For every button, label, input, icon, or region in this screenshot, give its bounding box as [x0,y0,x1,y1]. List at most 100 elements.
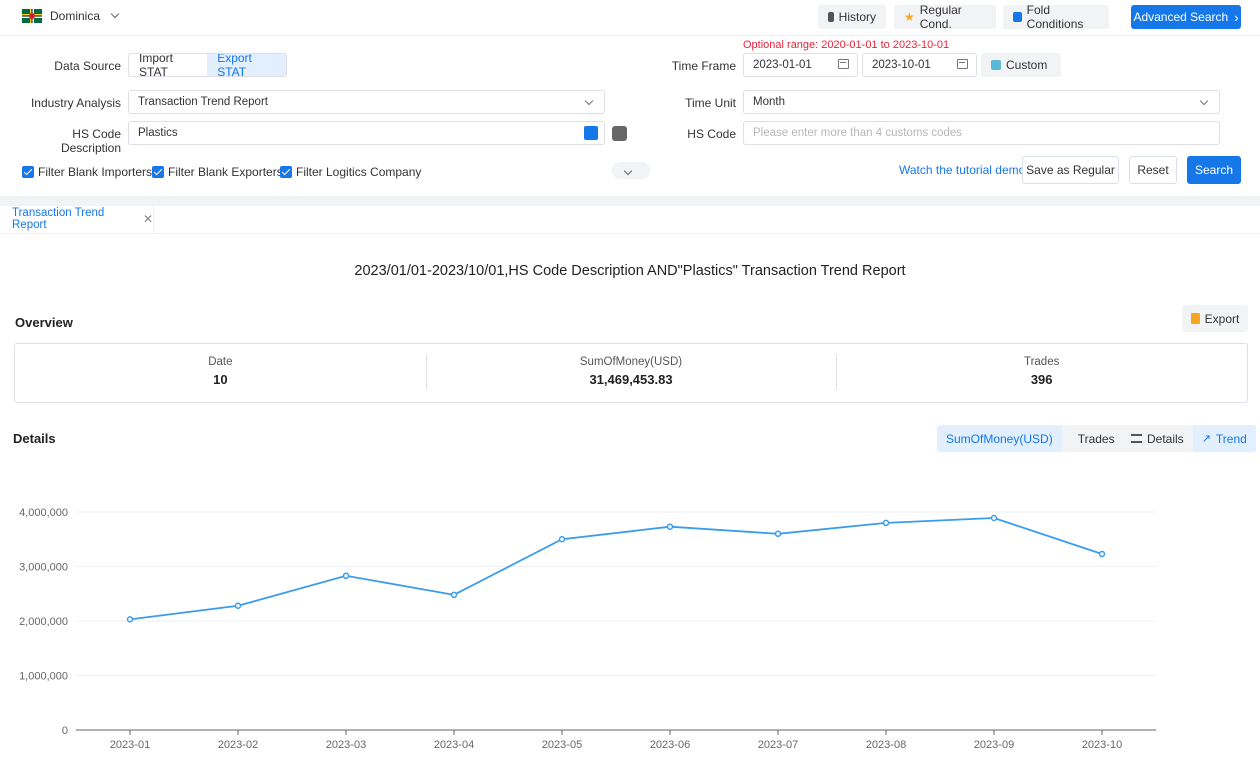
custom-label: Custom [1006,58,1048,72]
x-tick-label: 2023-01 [110,739,150,751]
advanced-label: Advanced Search [1133,10,1229,24]
fold-label: Fold Conditions [1026,3,1084,31]
data-point[interactable] [558,536,566,543]
hs-code-placeholder: Please enter more than 4 customs codes [753,127,963,139]
filter-logistics-checkbox[interactable]: Filter Logitics Company [280,165,421,179]
stat-date: Date 10 [15,344,426,402]
optional-range-note: Optional range: 2020-01-01 to 2023-10-01 [743,39,949,51]
x-tick-label: 2023-09 [974,739,1014,751]
filter-blank-exporters-label: Filter Blank Exporters [168,165,283,179]
data-point[interactable] [774,530,782,538]
tab-transaction-trend-report[interactable]: Transaction Trend Report ✕ [0,206,154,234]
history-label: History [838,10,876,24]
export-stat-option[interactable]: Export STAT [207,54,286,76]
checkbox-checked-icon [22,166,34,178]
expand-filters-button[interactable] [612,162,650,179]
save-as-regular-button[interactable]: Save as Regular [1022,156,1119,184]
ai-assist-icon[interactable] [612,126,627,141]
data-point[interactable] [126,616,134,623]
date-from-field[interactable]: 2023-01-01 [743,53,858,77]
data-point[interactable] [990,514,998,522]
reset-button[interactable]: Reset [1129,156,1177,184]
y-tick-label: 2,000,000 [19,616,68,628]
time-unit-label: Time Unit [685,96,736,110]
export-icon [1190,313,1200,324]
stat-trades: Trades 396 [836,344,1247,402]
date-from-value: 2023-01-01 [753,59,812,71]
x-tick-label: 2023-06 [650,739,690,751]
metric-trades-option[interactable]: Trades [1062,425,1131,452]
chevron-down-icon [623,166,633,176]
data-point[interactable] [882,519,890,527]
view-trend-option[interactable]: ↗ Trend [1192,425,1256,452]
time-unit-value: Month [753,96,785,108]
top-bar: Dominica History ★ Regular Cond. Fold Co… [0,0,1260,36]
filter-blank-importers-checkbox[interactable]: Filter Blank Importers [22,165,152,179]
chevron-down-icon [110,9,120,19]
stat-label: Trades [1023,356,1060,368]
filter-panel: Optional range: 2020-01-01 to 2023-10-01… [0,36,1260,196]
view-details-option[interactable]: Details [1122,425,1193,452]
x-tick-label: 2023-08 [866,739,906,751]
tab-label: Transaction Trend Report [12,207,105,231]
stat-label: SumOfMoney(USD) [579,356,683,368]
advanced-search-button[interactable]: Advanced Search › [1131,5,1241,29]
date-to-field[interactable]: 2023-10-01 [862,53,977,77]
filter-logistics-label: Filter Logitics Company [296,165,422,179]
report-title: 2023/01/01-2023/10/01,HS Code Descriptio… [354,263,906,279]
search-button[interactable]: Search [1187,156,1241,184]
tutorial-link[interactable]: Watch the tutorial demo [899,163,1025,177]
y-tick-label: 1,000,000 [19,671,68,683]
regular-label: Regular Cond. [919,3,962,31]
country-selector[interactable]: Dominica [22,9,120,23]
y-tick-label: 3,000,000 [19,562,68,574]
series-line [129,517,1103,621]
data-source-label: Data Source [54,59,121,73]
data-point[interactable] [1098,550,1106,558]
y-tick-label: 4,000,000 [19,507,68,519]
data-point[interactable] [234,602,242,609]
hs-code-label: HS Code [687,127,736,141]
optional-range-value: 2020-01-01 to 2023-10-01 [821,39,950,51]
filter-blank-importers-label: Filter Blank Importers [38,165,153,179]
x-tick-label: 2023-03 [326,739,366,751]
view-details-label: Details [1147,431,1184,446]
stat-label: Date [208,356,233,368]
y-tick-label: 0 [62,725,68,737]
data-point[interactable] [450,591,458,599]
x-tick-label: 2023-05 [542,739,582,751]
metric-sum-option[interactable]: SumOfMoney(USD) [937,425,1062,452]
x-tick-label: 2023-07 [758,739,798,751]
import-stat-option[interactable]: Import STAT [129,54,207,76]
star-icon: ★ [904,10,915,24]
overview-heading: Overview [15,315,73,330]
table-icon [1131,434,1142,443]
hs-description-input[interactable]: Plastics [128,121,605,145]
industry-analysis-select[interactable]: Transaction Trend Report [128,90,605,114]
fold-icon [1013,12,1022,22]
translate-icon[interactable] [584,126,598,140]
x-tick-label: 2023-10 [1082,739,1122,751]
data-point[interactable] [666,523,674,530]
checkbox-checked-icon [152,166,164,178]
data-point[interactable] [342,572,350,580]
industry-analysis-value: Transaction Trend Report [138,96,268,108]
fold-conditions-button[interactable]: Fold Conditions [1003,3,1109,31]
close-icon[interactable]: ✕ [143,212,153,226]
history-button[interactable]: History [818,5,886,29]
time-unit-select[interactable]: Month [743,90,1220,114]
x-tick-label: 2023-02 [218,739,258,751]
export-label: Export [1204,311,1240,326]
calendar-icon [957,59,968,69]
regular-conditions-button[interactable]: ★ Regular Cond. [894,3,996,31]
custom-icon [991,60,1001,70]
view-trend-label: Trend [1215,431,1247,446]
custom-button[interactable]: Custom [981,53,1061,77]
trend-chart: 0 1,000,000 2,000,000 3,000,000 4,000,000 20… [19,507,1156,751]
export-button[interactable]: Export [1182,305,1248,332]
x-tick-label: 2023-04 [434,739,474,751]
filter-blank-exporters-checkbox[interactable]: Filter Blank Exporters [152,165,283,179]
trend-icon: ↗ [1201,433,1211,445]
hs-code-input[interactable]: Please enter more than 4 customs codes [743,121,1220,145]
industry-analysis-label: Industry Analysis [30,96,121,110]
